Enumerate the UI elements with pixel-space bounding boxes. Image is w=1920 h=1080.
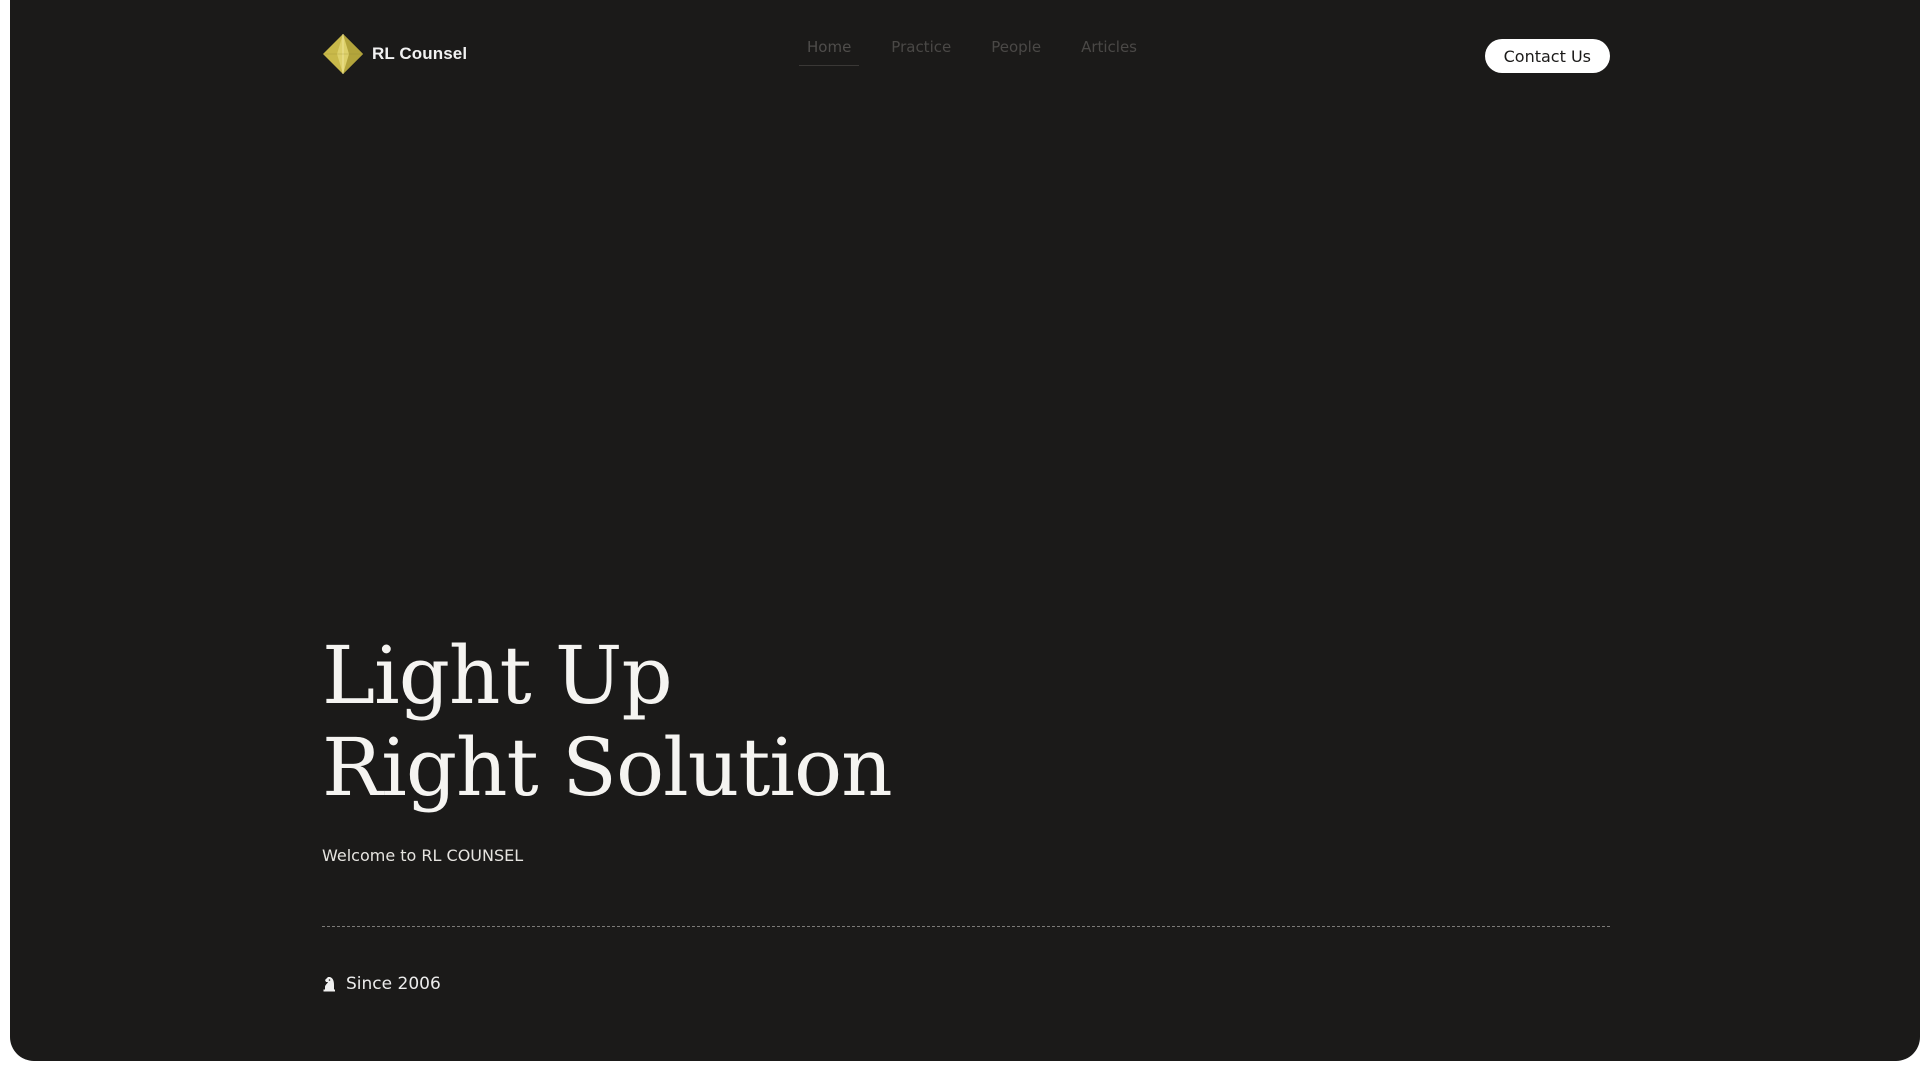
hero-title-line-1: Light Up [322,629,673,722]
hero-title-line-2: Right Solution [322,721,893,814]
contact-us-button[interactable]: Contact Us [1484,39,1610,73]
nav-item-articles[interactable]: Articles [1073,38,1145,66]
brand-name: RL Counsel [372,44,468,63]
nav-item-people[interactable]: People [983,38,1049,66]
diamond-logo-icon [323,34,363,74]
nav-item-home[interactable]: Home [799,38,860,66]
nav-item-practice[interactable]: Practice [883,38,959,66]
main-nav: Home Practice People Articles [799,38,1169,66]
brand-link[interactable]: RL Counsel [322,33,467,75]
hero-section: Light Up Right Solution Welcome to RL CO… [322,630,1610,866]
since-badge: Since 2006 [322,974,441,994]
since-text: Since 2006 [346,974,441,994]
page-frame: RL Counsel Home Practice People Articles… [10,0,1920,1061]
site-header: RL Counsel Home Practice People Articles… [322,28,1610,82]
divider [322,926,1610,927]
chess-knight-icon [323,977,335,992]
hero-subtitle: Welcome to RL COUNSEL [322,846,524,865]
hero-title: Light Up Right Solution [322,630,1610,814]
